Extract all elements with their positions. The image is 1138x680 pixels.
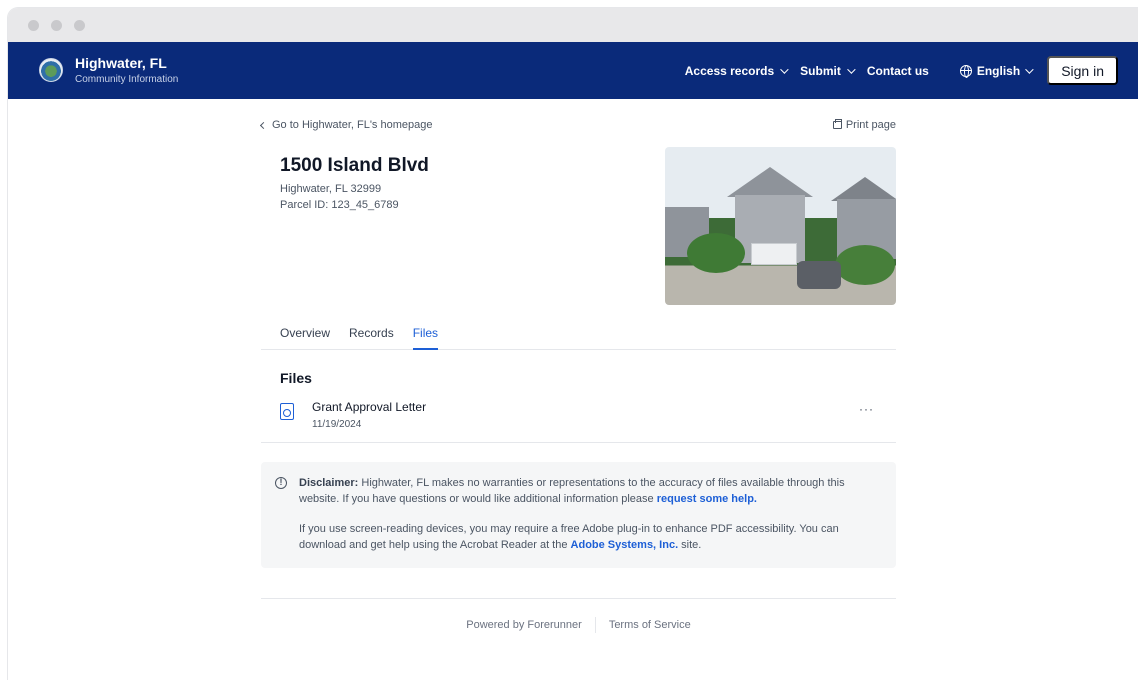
chevron-down-icon [780,64,789,74]
brand-title: Highwater, FL [75,55,167,72]
terms-of-service-link[interactable]: Terms of Service [609,619,691,633]
nav-links: Access records Submit Contact us English… [685,56,1118,85]
property-photo [665,147,896,305]
tab-overview[interactable]: Overview [280,326,330,349]
top-navbar: Highwater, FL Community Information Acce… [8,42,1138,99]
close-window-dot[interactable] [28,19,39,31]
back-to-homepage-link[interactable]: Go to Highwater, FL's homepage [259,119,433,131]
printer-icon [832,119,842,129]
print-page-link[interactable]: Print page [832,119,896,131]
pdf-accessibility-text: If you use screen-reading devices, you m… [299,522,839,551]
nav-submit-label: Submit [800,63,841,78]
nav-contact-us-label: Contact us [866,63,929,78]
request-help-link[interactable]: request some help. [657,493,757,505]
language-label: English [976,63,1021,78]
nav-submit[interactable]: Submit [800,63,856,78]
main-content: Go to Highwater, FL's homepage Print pag… [259,99,896,568]
chevron-down-icon [1025,64,1034,74]
property-address: 1500 Island Blvd [280,155,429,176]
chevron-down-icon [846,64,856,74]
title-bar [8,8,1138,42]
nav-contact-us[interactable]: Contact us [867,64,929,78]
property-header: 1500 Island Blvd Highwater, FL 32999 Par… [261,147,896,305]
language-selector[interactable]: English [959,63,1034,78]
brand-home-link[interactable]: Highwater, FL Community Information [39,55,179,85]
nav-access-records-label: Access records [684,63,775,78]
parcel-id: Parcel ID: 123_45_6789 [280,199,399,211]
back-link-label: Go to Highwater, FL's homepage [272,119,433,131]
more-options-icon[interactable]: ··· [859,402,874,416]
pdf-accessibility-text-end: site. [678,538,702,551]
adobe-systems-link[interactable]: Adobe Systems, Inc. [571,539,679,551]
tab-files[interactable]: Files [412,326,439,350]
sign-in-button[interactable]: Sign in [1047,56,1118,85]
nav-access-records[interactable]: Access records [684,63,789,78]
property-tabs: Overview Records Files [261,326,896,350]
tab-records[interactable]: Records [349,326,394,349]
print-page-label: Print page [845,119,896,131]
file-date: 11/19/2024 [312,419,362,430]
chevron-left-icon [259,121,268,129]
disclaimer-label: Disclaimer: [299,477,359,489]
file-name[interactable]: Grant Approval Letter [312,400,426,414]
disclaimer-box: ! Disclaimer: Highwater, FL makes no war… [261,462,896,568]
city-seal-logo [39,58,63,83]
globe-icon [959,64,972,78]
zoom-window-dot[interactable] [74,19,85,31]
files-heading: Files [280,370,312,386]
browser-window: Highwater, FL Community Information Acce… [8,8,1138,680]
file-item[interactable]: Grant Approval Letter 11/19/2024 ··· [261,386,896,443]
disclaimer-text: Highwater, FL makes no warranties or rep… [299,477,845,505]
powered-by-link[interactable]: Powered by Forerunner [466,619,582,633]
info-icon: ! [275,477,287,489]
page-footer: Powered by Forerunner Terms of Service [261,598,896,633]
footer-divider [594,617,596,633]
brand-subtitle: Community Information [75,73,179,85]
file-image-icon [280,403,294,420]
minimize-window-dot[interactable] [51,19,62,31]
property-city-line: Highwater, FL 32999 [280,183,382,195]
